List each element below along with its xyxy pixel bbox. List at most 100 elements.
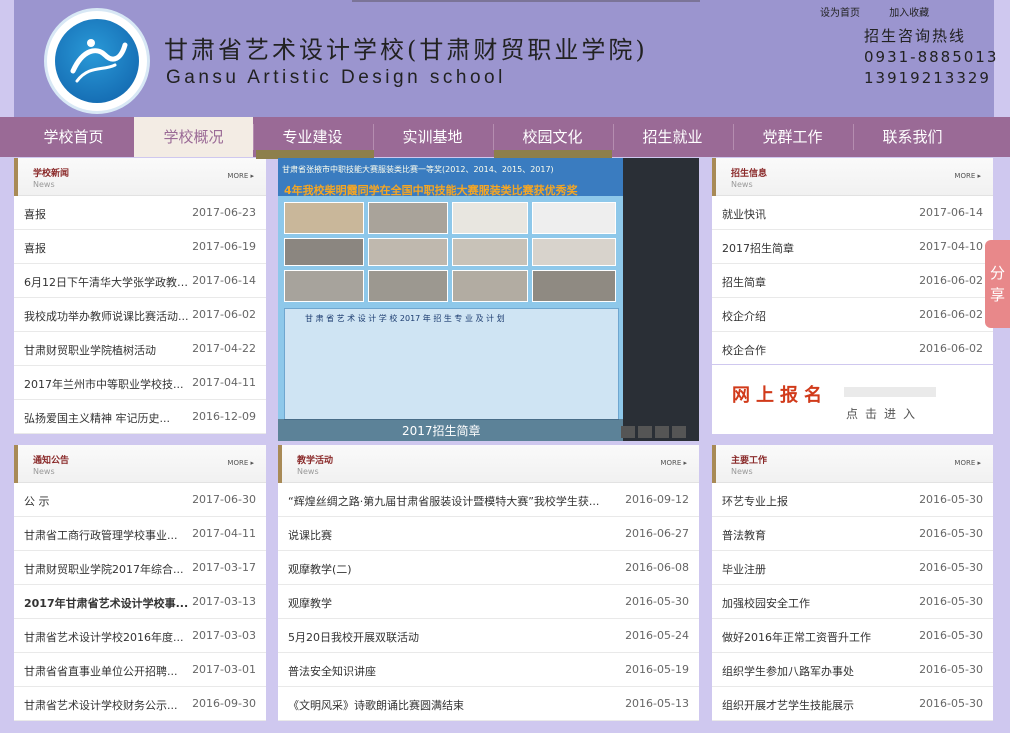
list-item[interactable]: 观摩教学 2016-05-30 [278,585,699,619]
school-logo[interactable] [44,8,150,114]
set-homepage-link[interactable]: 设为首页 [820,8,860,19]
panel-title: 教学活动 [297,456,334,466]
list-item-title[interactable]: 2017年兰州市中等职业学校技... [24,376,183,392]
list-item-title[interactable]: 2017年甘肃省艺术设计学校事... [24,595,188,611]
list-item[interactable]: “辉煌丝绸之路·第九届甘肃省服装设计暨模特大赛”我校学生获... 2016-09-… [278,483,699,517]
list-item[interactable]: 6月12日下午清华大学张学政教授... 2017-06-14 [14,264,266,298]
online-registration-banner[interactable]: 网上报名 点击进入 [712,365,993,434]
list-item-title[interactable]: 甘肃财贸职业学院植树活动 [24,342,156,358]
list-item-title[interactable]: 组织开展才艺学生技能展示 [722,697,854,713]
image-slider[interactable]: 甘肃省张掖市中职技能大赛服装类比赛一等奖(2012、2014、2015、2017… [278,158,699,441]
list-item-title[interactable]: 普法教育 [722,527,766,543]
list-item-date: 2017-06-30 [192,493,256,506]
list-item[interactable]: 环艺专业上报 2016-05-30 [712,483,993,517]
list-item[interactable]: 校企合作 2016-06-02 [712,332,993,366]
list-item-title[interactable]: 招生简章 [722,274,766,290]
list-item[interactable]: 2017年甘肃省艺术设计学校事... 2017-03-13 [14,585,266,619]
list-item-title[interactable]: 组织学生参加八路军办事处 [722,663,854,679]
list-item[interactable]: 组织学生参加八路军办事处 2016-05-30 [712,653,993,687]
list-item[interactable]: 毕业注册 2016-05-30 [712,551,993,585]
hotline-phone-1: 0931-8885013 [864,48,999,66]
list-item[interactable]: 5月20日我校开展双联活动 2016-05-24 [278,619,699,653]
list-item-title[interactable]: 公 示 [24,493,50,509]
add-favorite-link[interactable]: 加入收藏 [889,8,929,19]
list-item-title[interactable]: 喜报 [24,240,46,256]
list-item-title[interactable]: 校企介绍 [722,308,766,324]
slide-photo [452,270,528,302]
banner-stripe [844,387,936,397]
list-item[interactable]: 弘扬爱国主义精神 牢记历史... 2016-12-09 [14,400,266,434]
list-item[interactable]: 2017招生简章 2017-04-10 [712,230,993,264]
slide-dot[interactable] [655,426,669,438]
hotline-label: 招生咨询热线 [864,27,967,45]
list-item[interactable]: 普法教育 2016-05-30 [712,517,993,551]
list-item-title[interactable]: 毕业注册 [722,561,766,577]
more-link[interactable]: MORE ▸ [227,172,254,180]
list-item[interactable]: 普法安全知识讲座 2016-05-19 [278,653,699,687]
list-item-title[interactable]: 甘肃省艺术设计学校财务公示... [24,697,178,713]
list-item-title[interactable]: 甘肃省省直事业单位公开招聘... [24,663,178,679]
list-item-title[interactable]: 喜报 [24,206,46,222]
nav-item-training[interactable]: 实训基地 [373,117,492,157]
slide-dot[interactable] [672,426,686,438]
list-item[interactable]: 公 示 2017-06-30 [14,483,266,517]
list-item[interactable]: 甘肃财贸职业学院植树活动 2017-04-22 [14,332,266,366]
list-item[interactable]: 喜报 2017-06-23 [14,196,266,230]
nav-item-contact[interactable]: 联系我们 [853,117,972,157]
list-item[interactable]: 甘肃省省直事业单位公开招聘... 2017-03-01 [14,653,266,687]
list-item[interactable]: 组织开展才艺学生技能展示 2016-05-30 [712,687,993,721]
list-item[interactable]: 甘肃省艺术设计学校财务公示... 2016-09-30 [14,687,266,721]
list-item-title[interactable]: 甘肃省工商行政管理学校事业... [24,527,178,543]
list-item[interactable]: 甘肃省工商行政管理学校事业... 2017-04-11 [14,517,266,551]
list-item-title[interactable]: 校企合作 [722,342,766,358]
more-link[interactable]: MORE ▸ [954,459,981,467]
list-item-title[interactable]: 《文明风采》诗歌朗诵比赛圆满结束 [288,697,464,713]
nav-item-home[interactable]: 学校首页 [14,117,133,157]
list-item-title[interactable]: 弘扬爱国主义精神 牢记历史... [24,410,170,426]
nav-item-party[interactable]: 党群工作 [733,117,852,157]
list-item-title[interactable]: 甘肃省艺术设计学校2016年度... [24,629,183,645]
header-accent-bar [14,158,18,196]
list-item-title[interactable]: 做好2016年正常工资晋升工作 [722,629,871,645]
more-link[interactable]: MORE ▸ [227,459,254,467]
list-item-title[interactable]: 2017招生简章 [722,240,794,256]
list-item[interactable]: 甘肃财贸职业学院2017年综合... 2017-03-17 [14,551,266,585]
list-item-title[interactable]: 6月12日下午清华大学张学政教授... [24,274,196,290]
top-links: 设为首页 加入收藏 [820,4,955,19]
list-item-title[interactable]: 5月20日我校开展双联活动 [288,629,419,645]
list-item-title[interactable]: 我校成功举办教师说课比赛活动... [24,308,189,324]
list-item[interactable]: 我校成功举办教师说课比赛活动... 2017-06-02 [14,298,266,332]
list-item[interactable]: 加强校园安全工作 2016-05-30 [712,585,993,619]
list-item[interactable]: 《文明风采》诗歌朗诵比赛圆满结束 2016-05-13 [278,687,699,721]
list-item[interactable]: 2017年兰州市中等职业学校技... 2017-04-11 [14,366,266,400]
list-item[interactable]: 做好2016年正常工资晋升工作 2016-05-30 [712,619,993,653]
list-item[interactable]: 喜报 2017-06-19 [14,230,266,264]
list-item-title[interactable]: “辉煌丝绸之路·第九届甘肃省服装设计暨模特大赛”我校学生获... [288,493,599,509]
list-item-title[interactable]: 普法安全知识讲座 [288,663,376,679]
list-item-date: 2016-05-30 [919,527,983,540]
list-item[interactable]: 校企介绍 2016-06-02 [712,298,993,332]
share-button[interactable]: 分 享 [985,240,1010,328]
list-item[interactable]: 观摩教学(二) 2016-06-08 [278,551,699,585]
list-item-title[interactable]: 就业快讯 [722,206,766,222]
slide-photo [532,270,616,302]
list-item-title[interactable]: 观摩教学(二) [288,561,352,577]
list-item-title[interactable]: 甘肃财贸职业学院2017年综合... [24,561,183,577]
list-item-date: 2016-09-12 [625,493,689,506]
list-item[interactable]: 甘肃省艺术设计学校2016年度... 2017-03-03 [14,619,266,653]
list-item-title[interactable]: 说课比赛 [288,527,332,543]
list-item-title[interactable]: 加强校园安全工作 [722,595,810,611]
slide-dot[interactable] [638,426,652,438]
more-link[interactable]: MORE ▸ [954,172,981,180]
nav-item-overview[interactable]: 学校概况 [134,117,253,157]
more-link[interactable]: MORE ▸ [660,459,687,467]
list-item[interactable]: 招生简章 2016-06-02 [712,264,993,298]
list-item-title[interactable]: 环艺专业上报 [722,493,788,509]
slide-dot[interactable] [621,426,635,438]
panel-title: 学校新闻 [33,169,70,179]
slide-caption[interactable]: 2017招生简章 [402,422,481,439]
list-item[interactable]: 就业快讯 2017-06-14 [712,196,993,230]
list-item-title[interactable]: 观摩教学 [288,595,332,611]
list-item[interactable]: 说课比赛 2016-06-27 [278,517,699,551]
nav-item-admission[interactable]: 招生就业 [613,117,732,157]
